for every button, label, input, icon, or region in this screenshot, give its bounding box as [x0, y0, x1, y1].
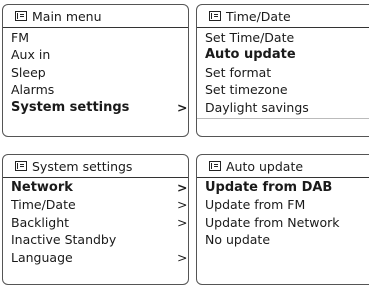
menu-item-no-update[interactable]: No update — [205, 231, 369, 248]
submenu-arrow-icon: > — [177, 99, 188, 115]
menu-item-language[interactable]: Language > — [11, 249, 188, 266]
menu-item-label: Inactive Standby — [11, 232, 117, 248]
submenu-arrow-icon: > — [177, 214, 188, 230]
screen-header: System settings — [3, 155, 188, 178]
menu-item-label: Network — [11, 180, 73, 195]
submenu-arrow-icon: > — [177, 180, 188, 195]
menu-item-label: Update from Network — [205, 214, 340, 230]
menu-item-label: FM — [11, 30, 29, 45]
submenu-arrow-icon: > — [177, 249, 188, 265]
menu-item-label: Auto update — [205, 47, 296, 63]
menu-item-label: Time/Date — [11, 197, 76, 213]
menu-item-label: Sleep — [11, 64, 46, 80]
auto-update-screen: Auto update Update from DAB* Update from… — [196, 154, 369, 285]
menu-item-label: Set Time/Date — [205, 30, 295, 45]
menu-item-label: Backlight — [11, 214, 70, 230]
menu-item-label: Alarms — [11, 82, 55, 98]
menu-item-label: Set format — [205, 64, 272, 80]
submenu-arrow-icon: > — [177, 197, 188, 213]
screen-header: Auto update — [197, 155, 369, 178]
menu-item-daylight-savings[interactable]: Daylight savings — [205, 99, 369, 116]
time-date-screen: Time/Date Set Time/Date Auto update> Set… — [196, 4, 369, 137]
menu-item-network[interactable]: Network > — [11, 179, 188, 196]
menu-item-update-from-network[interactable]: Update from Network — [205, 214, 369, 231]
menu-item-label: Aux in — [11, 47, 51, 63]
menu-item-set-timezone[interactable]: Set timezone> — [205, 81, 369, 98]
screen-header: Time/Date — [197, 5, 369, 28]
menu-item-label: Set timezone — [205, 82, 288, 98]
menu-item-label: No update — [205, 232, 271, 248]
menu-item-inactive-standby[interactable]: Inactive Standby — [11, 231, 188, 248]
main-menu-screen: Main menu FM Aux in Sleep Alarms System … — [2, 4, 189, 137]
menu-item-sleep[interactable]: Sleep — [11, 64, 188, 81]
menu-item-set-format[interactable]: Set format — [205, 64, 369, 81]
screen-title: Main menu — [32, 8, 102, 24]
menu-item-label: Language — [11, 249, 73, 265]
menu-item-aux-in[interactable]: Aux in — [11, 46, 188, 63]
screen-header: Main menu — [3, 5, 188, 28]
menu-item-label: Update from DAB — [205, 180, 333, 195]
menu-item-backlight[interactable]: Backlight > — [11, 214, 188, 231]
divider — [197, 118, 369, 119]
menu-list-icon — [209, 161, 221, 171]
screen-title: Auto update — [226, 158, 304, 174]
menu-item-set-time-date[interactable]: Set Time/Date — [205, 29, 369, 46]
menu-item-update-from-fm[interactable]: Update from FM — [205, 196, 369, 213]
menu-item-fm[interactable]: FM — [11, 29, 188, 46]
screen-title: Time/Date — [226, 8, 291, 24]
menu-list-icon — [15, 11, 27, 21]
menu-item-label: System settings — [11, 99, 130, 115]
menu-item-auto-update[interactable]: Auto update> — [205, 46, 369, 63]
menu-item-system-settings[interactable]: System settings > — [11, 99, 188, 116]
menu-item-label: Daylight savings — [205, 99, 309, 115]
system-settings-screen: System settings Network > Time/Date > Back… — [2, 154, 189, 285]
screen-title: System settings — [32, 158, 133, 174]
menu-item-time-date[interactable]: Time/Date > — [11, 196, 188, 213]
menu-list-icon — [209, 11, 221, 21]
menu-item-update-from-dab[interactable]: Update from DAB* — [205, 179, 369, 196]
menu-item-alarms[interactable]: Alarms — [11, 81, 188, 98]
menu-item-label: Update from FM — [205, 197, 306, 213]
menu-list-icon — [15, 161, 27, 171]
